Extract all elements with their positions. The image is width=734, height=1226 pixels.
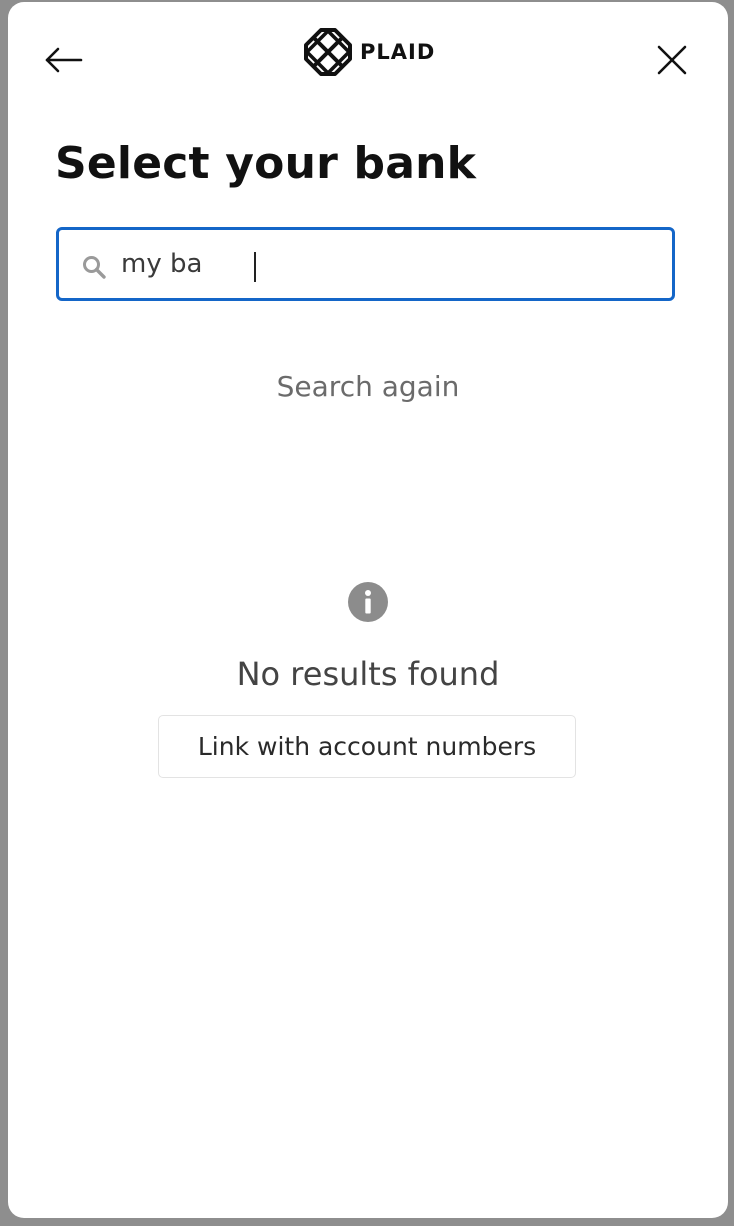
search-again-link[interactable]: Search again	[8, 370, 728, 403]
select-bank-modal: PLAID Select your bank Search again No r…	[8, 2, 728, 1218]
close-button[interactable]	[652, 38, 692, 82]
no-results-message: No results found	[236, 655, 500, 693]
plaid-logo: PLAID	[304, 27, 435, 77]
search-field[interactable]	[56, 227, 675, 301]
search-icon	[83, 256, 106, 279]
search-input[interactable]	[121, 242, 641, 286]
logo-text: PLAID	[360, 40, 436, 64]
link-account-numbers-button[interactable]: Link with account numbers	[158, 715, 576, 778]
info-icon	[348, 582, 388, 622]
back-button[interactable]	[42, 40, 86, 80]
close-icon	[657, 45, 687, 75]
arrow-left-icon	[45, 47, 83, 73]
plaid-logo-icon	[304, 28, 352, 76]
page-title: Select your bank	[55, 138, 477, 189]
text-caret	[254, 252, 256, 282]
